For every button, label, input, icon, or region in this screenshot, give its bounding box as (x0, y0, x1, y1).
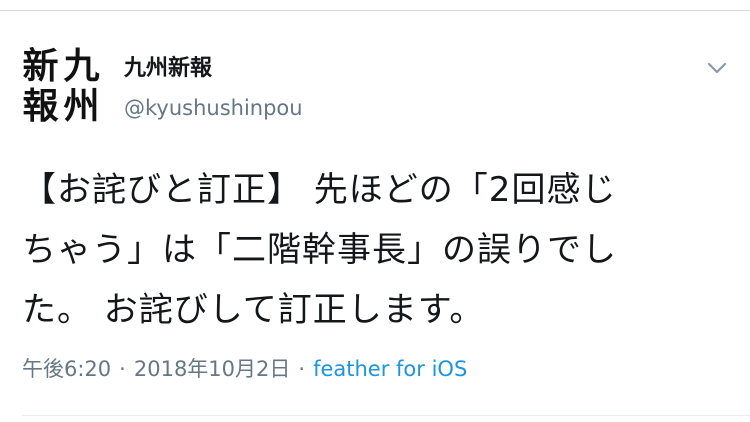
meta-separator: · (298, 357, 306, 381)
user-handle[interactable]: @kyushushinpou (124, 94, 303, 122)
tweet-text-line: ちゃう」は「二階幹事長」の誤りでし (22, 230, 617, 270)
meta-separator: · (119, 357, 126, 381)
tweet-source-link[interactable]: feather for iOS (313, 357, 467, 381)
tweet-meta: 午後6:20 · 2018年10月2日 · feather for iOS (22, 354, 467, 384)
tweet-text: 【お詫びと訂正】 先ほどの「2回感じ ちゃう」は「二階幹事長」の誤りでし た。 … (22, 160, 712, 340)
bottom-divider (22, 415, 750, 416)
top-divider (0, 10, 750, 11)
tweet-text-line: 【お詫びと訂正】 先ほどの「2回感じ (22, 170, 617, 210)
tweet-detail-view: 新 九 報 州 九州新報 @kyushushinpou 【お詫びと訂正】 先ほど… (0, 0, 750, 422)
avatar-char: 州 (63, 85, 100, 127)
tweet-text-line: た。 お詫びして訂正します。 (22, 290, 485, 330)
tweet-time[interactable]: 午後6:20 (22, 357, 111, 381)
avatar-char: 九 (63, 45, 100, 87)
display-name[interactable]: 九州新報 (124, 55, 212, 83)
tweet-date[interactable]: 2018年10月2日 (134, 357, 291, 381)
avatar[interactable]: 新 九 報 州 (20, 46, 102, 126)
avatar-char: 新 (22, 45, 59, 87)
chevron-down-icon[interactable] (703, 56, 731, 80)
avatar-char: 報 (22, 85, 59, 127)
